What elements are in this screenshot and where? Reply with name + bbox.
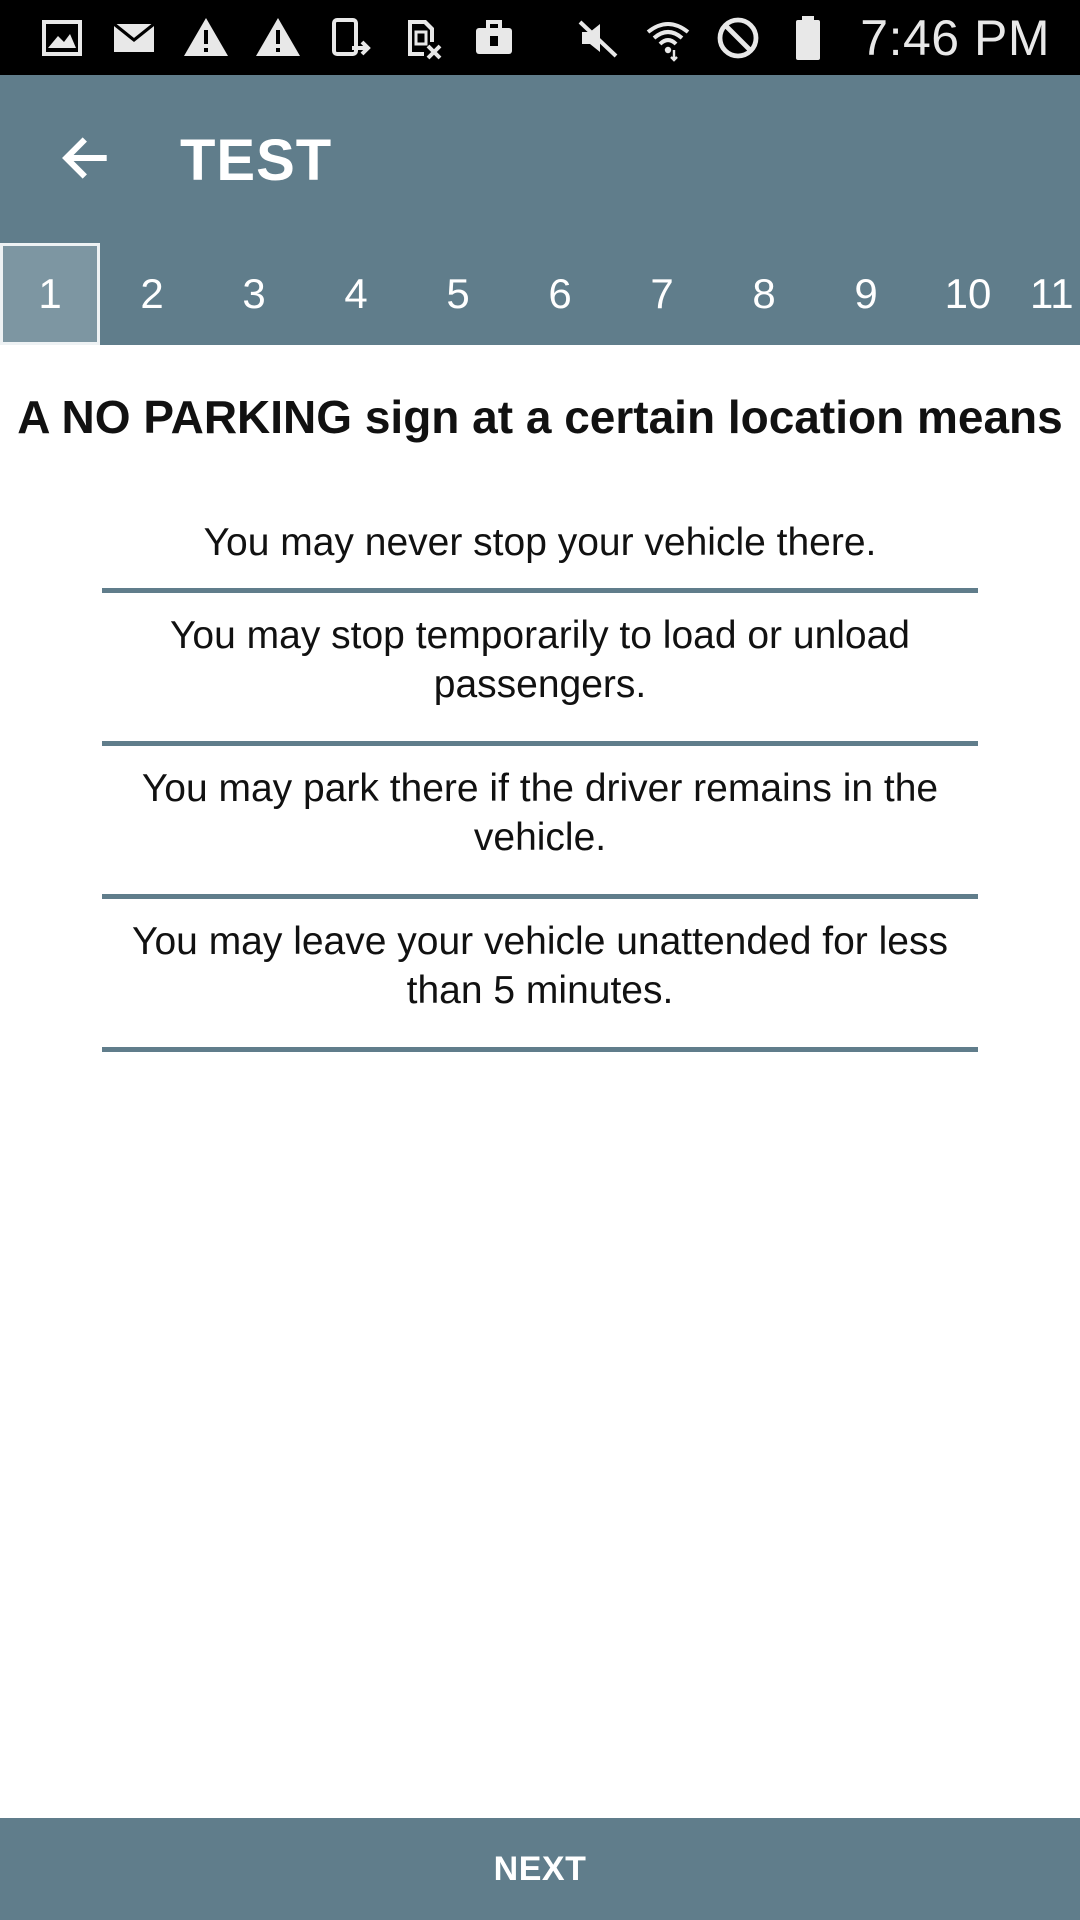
next-button[interactable]: NEXT	[0, 1818, 1080, 1920]
tab-question-11[interactable]: 11	[1030, 243, 1080, 345]
system-icons: 7:46 PM	[574, 8, 1050, 68]
answer-option-2[interactable]: You may stop temporarily to load or unlo…	[102, 593, 978, 746]
battery-icon	[784, 14, 832, 62]
answer-option-3[interactable]: You may park there if the driver remains…	[102, 746, 978, 899]
answer-list: You may never stop your vehicle there. Y…	[102, 500, 978, 1052]
tab-question-6[interactable]: 6	[510, 243, 610, 345]
arrow-back-icon	[57, 130, 113, 191]
gallery-icon	[38, 14, 86, 62]
sim-blocked-icon	[398, 14, 446, 62]
tab-question-8[interactable]: 8	[714, 243, 814, 345]
warning-icon	[254, 14, 302, 62]
phone-transfer-icon	[326, 14, 374, 62]
tab-question-5[interactable]: 5	[408, 243, 508, 345]
do-not-disturb-icon	[714, 14, 762, 62]
back-button[interactable]	[50, 125, 120, 195]
app-bar: TEST	[0, 75, 1080, 243]
tab-question-4[interactable]: 4	[306, 243, 406, 345]
tab-question-1[interactable]: 1	[0, 243, 100, 345]
question-text: A NO PARKING sign at a certain location …	[17, 391, 1063, 443]
tab-question-10[interactable]: 10	[918, 243, 1018, 345]
tab-question-3[interactable]: 3	[204, 243, 304, 345]
wifi-icon	[644, 14, 692, 62]
status-bar: 7:46 PM	[0, 0, 1080, 75]
mute-icon	[574, 14, 622, 62]
status-time: 7:46 PM	[860, 10, 1050, 66]
notification-icons	[38, 14, 518, 62]
tab-question-7[interactable]: 7	[612, 243, 712, 345]
question-tabs: 1 2 3 4 5 6 7 8 9 10 11	[0, 243, 1080, 345]
briefcase-icon	[470, 14, 518, 62]
answer-option-1[interactable]: You may never stop your vehicle there.	[102, 500, 978, 593]
answer-option-4[interactable]: You may leave your vehicle unattended fo…	[102, 899, 978, 1052]
page-title: TEST	[180, 128, 333, 193]
warning-icon	[182, 14, 230, 62]
email-icon	[110, 14, 158, 62]
tab-question-9[interactable]: 9	[816, 243, 916, 345]
tab-question-2[interactable]: 2	[102, 243, 202, 345]
